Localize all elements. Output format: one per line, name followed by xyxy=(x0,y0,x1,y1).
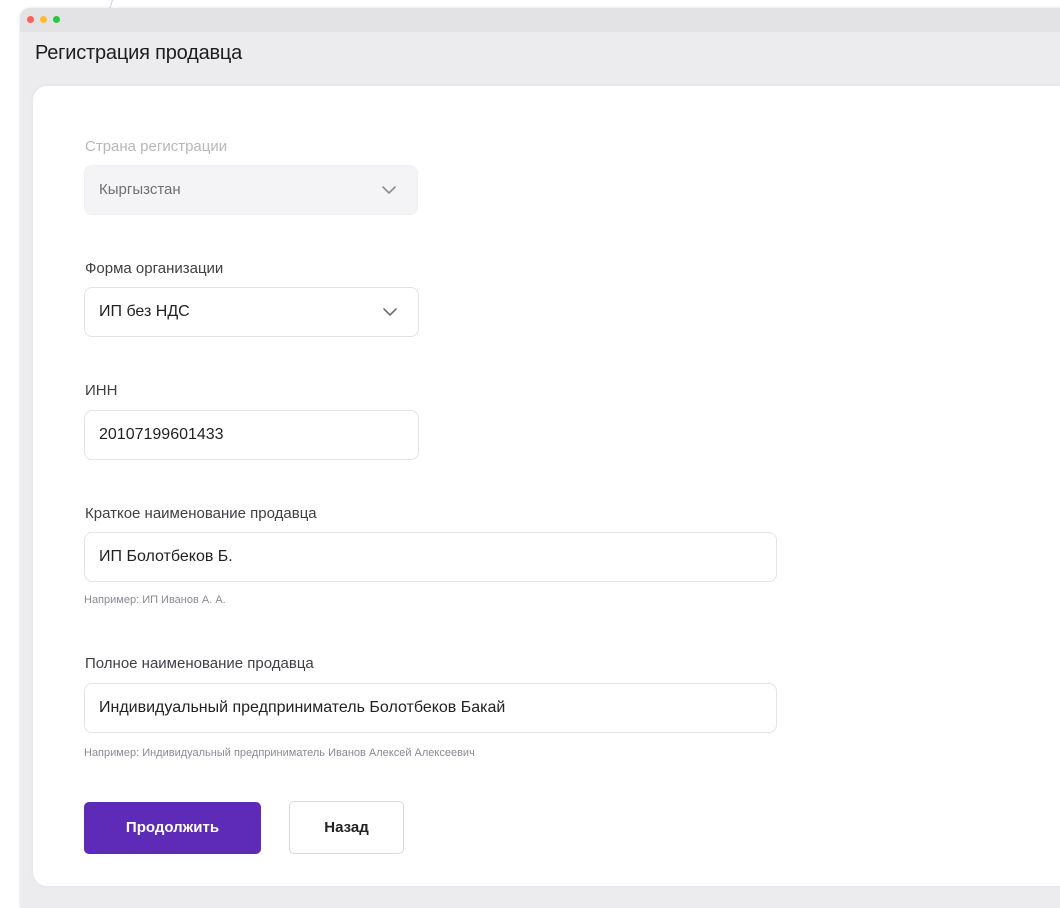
inn-label: ИНН xyxy=(85,382,118,399)
window-titlebar xyxy=(20,8,1060,32)
full-name-label: Полное наименование продавца xyxy=(85,655,314,672)
short-name-label: Краткое наименование продавца xyxy=(85,505,317,522)
inn-value: 20107199601433 xyxy=(99,426,224,443)
short-name-input[interactable]: ИП Болотбеков Б. xyxy=(84,532,777,582)
org-form-select[interactable]: ИП без НДС xyxy=(84,287,419,337)
full-name-input[interactable]: Индивидуальный предприниматель Болотбеко… xyxy=(84,683,777,733)
chevron-down-icon xyxy=(383,308,397,316)
page-title: Регистрация продавца xyxy=(35,42,243,64)
window-minimize-dot[interactable] xyxy=(40,16,47,23)
full-name-value: Индивидуальный предприниматель Болотбеко… xyxy=(99,699,506,716)
inn-input[interactable]: 20107199601433 xyxy=(84,410,419,460)
browser-window: Регистрация продавца Страна регистрации … xyxy=(20,8,1060,908)
short-name-hint: Например: ИП Иванов А. А. xyxy=(84,594,226,606)
short-name-value: ИП Болотбеков Б. xyxy=(99,548,233,565)
window-close-dot[interactable] xyxy=(27,16,34,23)
continue-button[interactable]: Продолжить xyxy=(84,802,261,854)
country-value: Кыргызстан xyxy=(99,181,181,198)
back-button[interactable]: Назад xyxy=(289,801,404,854)
org-form-value: ИП без НДС xyxy=(99,303,190,320)
country-select: Кыргызстан xyxy=(84,165,418,215)
full-name-hint: Например: Индивидуальный предприниматель… xyxy=(84,747,475,759)
country-label: Страна регистрации xyxy=(85,138,228,155)
window-maximize-dot[interactable] xyxy=(53,16,60,23)
chevron-down-icon xyxy=(382,186,396,194)
registration-form-card: Страна регистрации Кыргызстан Форма орга… xyxy=(33,86,1060,886)
org-form-label: Форма организации xyxy=(85,260,224,277)
